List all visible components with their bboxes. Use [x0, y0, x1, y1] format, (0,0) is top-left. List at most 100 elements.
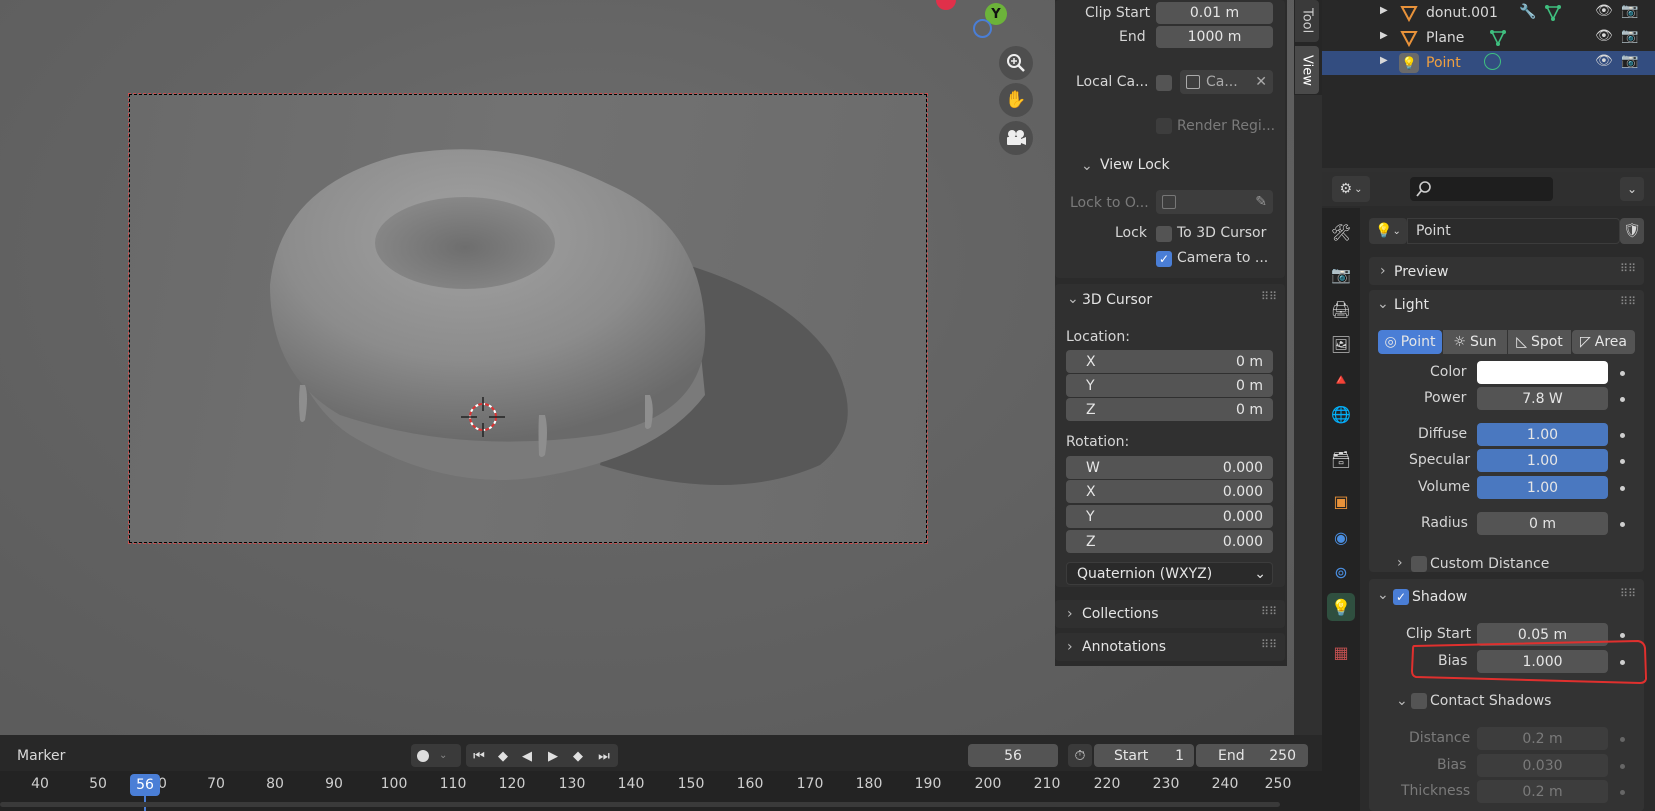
preview-title[interactable]: Preview: [1394, 264, 1449, 280]
drag-handle-icon[interactable]: ⠿⠿: [1261, 290, 1277, 303]
render-properties-icon[interactable]: 📷: [1327, 260, 1355, 288]
end-frame-field[interactable]: End 250: [1196, 744, 1308, 767]
shadow-title[interactable]: Shadow: [1412, 589, 1467, 605]
marker-menu[interactable]: Marker: [17, 748, 65, 764]
diffuse-slider[interactable]: 1.00: [1477, 423, 1608, 446]
outliner-row[interactable]: ▶ donut.001 🔧 👁 📷: [1322, 2, 1655, 26]
editor-type-dropdown[interactable]: ⚙ ⌄: [1332, 176, 1370, 202]
location-y-field[interactable]: Y 0 m: [1066, 374, 1273, 397]
location-z-field[interactable]: Z 0 m: [1066, 398, 1273, 421]
3d-cursor-title[interactable]: 3D Cursor: [1082, 292, 1152, 308]
hand-icon[interactable]: ✋: [999, 83, 1033, 117]
clip-end-field[interactable]: 1000 m: [1156, 26, 1273, 48]
prev-keyframe-icon[interactable]: ◆: [492, 745, 514, 767]
timeline-scrollbar[interactable]: [0, 802, 1280, 807]
tab-view[interactable]: View: [1295, 46, 1319, 94]
fake-user-shield-icon[interactable]: 🛡: [1620, 218, 1644, 244]
scene-icon[interactable]: 🔺: [1327, 365, 1355, 393]
eye-icon[interactable]: 👁: [1595, 53, 1613, 69]
rotation-z-field[interactable]: Z 0.000: [1066, 530, 1273, 553]
lock-to-object-field[interactable]: ✎: [1156, 190, 1273, 214]
cs-bias-field[interactable]: 0.030: [1477, 754, 1608, 777]
camera-render-icon[interactable]: 📷: [1621, 28, 1638, 44]
start-frame-field[interactable]: Start 1: [1094, 744, 1194, 767]
clip-start-field[interactable]: 0.01 m: [1156, 2, 1273, 24]
keyframe-dot[interactable]: [1620, 522, 1625, 527]
chevron-down-icon[interactable]: ⌄: [1081, 158, 1093, 174]
drag-handle-icon[interactable]: ⠿⠿: [1261, 605, 1277, 618]
zoom-in-icon[interactable]: [999, 46, 1033, 80]
chevron-right-icon[interactable]: ›: [1397, 555, 1403, 571]
volume-slider[interactable]: 1.00: [1477, 476, 1608, 499]
camera-render-icon[interactable]: 📷: [1621, 3, 1638, 19]
physics-icon[interactable]: ◉: [1327, 523, 1355, 551]
expand-arrow-icon[interactable]: ▶: [1380, 55, 1388, 66]
rotation-y-field[interactable]: Y 0.000: [1066, 505, 1273, 528]
drag-handle-icon[interactable]: ⠿⠿: [1261, 638, 1277, 651]
jump-start-icon[interactable]: ⏮: [468, 745, 490, 767]
search-input[interactable]: [1410, 177, 1553, 201]
texture-icon[interactable]: ▦: [1327, 638, 1355, 666]
current-frame-field[interactable]: 56: [968, 744, 1058, 767]
local-camera-field[interactable]: Ca... ✕: [1180, 70, 1273, 94]
keyframe-dot[interactable]: [1620, 433, 1625, 438]
eyedropper-icon[interactable]: ✎: [1255, 194, 1267, 210]
custom-distance-checkbox[interactable]: [1411, 556, 1427, 572]
view-lock-title[interactable]: View Lock: [1100, 157, 1170, 173]
play-icon[interactable]: ▶: [542, 745, 564, 767]
playhead[interactable]: 56: [130, 774, 160, 796]
annotations-title[interactable]: Annotations: [1082, 639, 1166, 655]
outliner-row-selected[interactable]: ▶ 💡 Point 👁 📷: [1322, 51, 1655, 75]
play-reverse-icon[interactable]: ◀: [516, 745, 538, 767]
keyframe-dot[interactable]: [1620, 371, 1625, 376]
color-swatch[interactable]: [1477, 361, 1608, 384]
collections-title[interactable]: Collections: [1082, 606, 1159, 622]
light-type-point-button[interactable]: ◎ Point: [1378, 330, 1442, 354]
gizmo-x-axis[interactable]: X: [936, 0, 956, 10]
drag-handle-icon[interactable]: ⠿⠿: [1620, 587, 1636, 600]
output-properties-icon[interactable]: 🖨: [1327, 295, 1355, 323]
keyframe-dot[interactable]: [1620, 737, 1625, 742]
rotation-x-field[interactable]: X 0.000: [1066, 480, 1273, 503]
tab-tool[interactable]: Tool: [1295, 0, 1319, 42]
drag-handle-icon[interactable]: ⠿⠿: [1620, 262, 1636, 275]
drag-handle-icon[interactable]: ⠿⠿: [1620, 295, 1636, 308]
options-dropdown[interactable]: ⌄: [1620, 177, 1644, 201]
rotation-w-field[interactable]: W 0.000: [1066, 456, 1273, 479]
to-3d-cursor-checkbox[interactable]: [1156, 226, 1172, 242]
light-type-area-button[interactable]: ◸ Area: [1572, 330, 1635, 354]
specular-slider[interactable]: 1.00: [1477, 449, 1608, 472]
expand-arrow-icon[interactable]: ▶: [1380, 30, 1388, 41]
render-region-checkbox[interactable]: [1156, 118, 1172, 134]
expand-arrow-icon[interactable]: ▶: [1380, 5, 1388, 16]
outliner-row[interactable]: ▶ Plane 👁 📷: [1322, 27, 1655, 51]
camera-icon[interactable]: [999, 121, 1033, 155]
distance-field[interactable]: 0.2 m: [1477, 727, 1608, 750]
shadow-checkbox[interactable]: ✓: [1393, 589, 1409, 605]
clear-x-icon[interactable]: ✕: [1255, 74, 1267, 90]
auto-keying-toggle[interactable]: ⌄: [411, 744, 461, 767]
light-type-spot-button[interactable]: ◺ Spot: [1508, 330, 1571, 354]
world-icon[interactable]: 🌐: [1327, 400, 1355, 428]
jump-end-icon[interactable]: ⏭: [593, 745, 615, 767]
object-properties-icon[interactable]: ▣: [1327, 487, 1355, 515]
constraints-icon[interactable]: ⊚: [1327, 558, 1355, 586]
datablock-name-field[interactable]: Point: [1407, 218, 1620, 244]
keyframe-dot[interactable]: [1620, 397, 1625, 402]
tool-settings-icon[interactable]: 🛠: [1327, 218, 1355, 246]
chevron-down-icon[interactable]: ⌄: [1377, 296, 1389, 312]
contact-shadows-checkbox[interactable]: [1411, 693, 1427, 709]
stopwatch-icon[interactable]: ⏱: [1068, 744, 1092, 767]
thickness-field[interactable]: 0.2 m: [1477, 780, 1608, 803]
light-type-browse[interactable]: 💡 ⌄: [1369, 218, 1407, 244]
chevron-down-icon[interactable]: ⌄: [1067, 291, 1079, 307]
gizmo-neg-z-axis[interactable]: [973, 19, 992, 38]
local-camera-checkbox[interactable]: [1156, 75, 1172, 91]
light-type-sun-button[interactable]: ☼ Sun: [1443, 330, 1507, 354]
keyframe-dot[interactable]: [1620, 764, 1625, 769]
eye-icon[interactable]: 👁: [1595, 3, 1613, 19]
light-data-tab-icon[interactable]: 💡: [1327, 593, 1355, 621]
view-layer-icon[interactable]: 🖼: [1327, 330, 1355, 358]
eye-icon[interactable]: 👁: [1595, 28, 1613, 44]
power-field[interactable]: 7.8 W: [1477, 387, 1608, 410]
